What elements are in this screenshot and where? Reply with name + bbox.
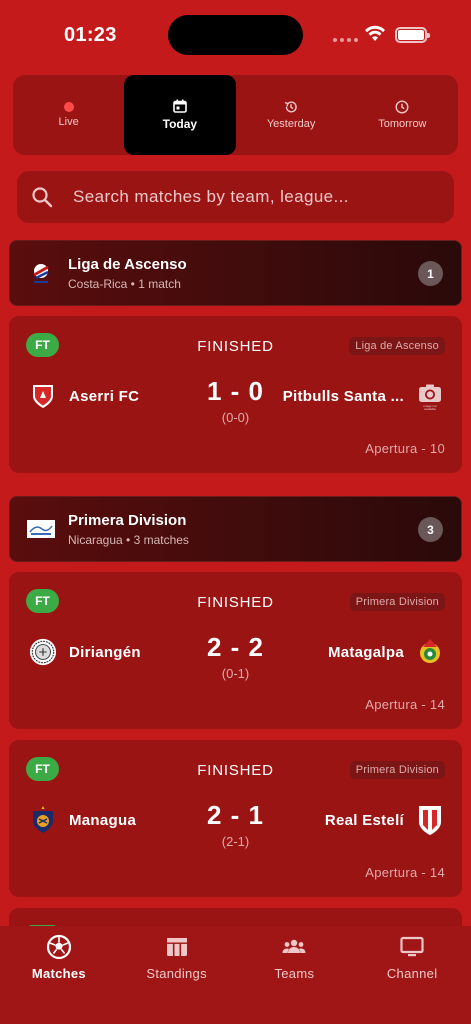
away-team[interactable]: Pitbulls Santa ... image not available bbox=[283, 382, 444, 410]
match-round: Apertura - 14 bbox=[365, 697, 445, 712]
wifi-icon bbox=[365, 25, 385, 41]
league-subtitle: Costa-Rica • 1 match bbox=[68, 276, 181, 291]
match-card[interactable]: FT FINISHED Primera Division Managua 2 -… bbox=[9, 740, 462, 897]
away-team[interactable]: Real Estelí bbox=[324, 806, 444, 835]
battery-icon bbox=[395, 27, 430, 43]
tab-label: Live bbox=[58, 116, 79, 128]
bottom-nav: Matches Standings Teams Channel bbox=[0, 926, 471, 1024]
nav-label: Standings bbox=[146, 966, 207, 981]
nav-label: Channel bbox=[386, 966, 438, 981]
tab-tomorrow[interactable]: Tomorrow bbox=[347, 75, 458, 155]
tab-live[interactable]: Live bbox=[13, 75, 124, 155]
clock-icon bbox=[395, 100, 409, 114]
league-badge: Primera Division bbox=[349, 761, 445, 779]
live-dot-icon bbox=[63, 102, 74, 112]
nav-label: Matches bbox=[31, 966, 86, 981]
match-count-badge: 3 bbox=[418, 517, 443, 542]
league-name: Primera Division bbox=[68, 511, 187, 529]
match-card[interactable]: FT FINISHED Primera Division Diriangén 2… bbox=[9, 572, 462, 729]
tv-icon bbox=[400, 936, 424, 957]
league-subtitle: Nicaragua • 3 matches bbox=[68, 532, 189, 547]
nav-channel[interactable]: Channel bbox=[353, 934, 471, 1024]
nav-matches[interactable]: Matches bbox=[0, 934, 118, 1024]
history-icon bbox=[284, 101, 297, 113]
search-input[interactable] bbox=[73, 187, 433, 207]
away-team-name: Pitbulls Santa ... bbox=[282, 387, 404, 405]
search-bar[interactable] bbox=[17, 171, 454, 223]
away-team[interactable]: Matagalpa bbox=[328, 638, 444, 666]
league-badge: Primera Division bbox=[349, 593, 445, 611]
status-bar: 01:23 bbox=[0, 0, 471, 70]
match-count-badge: 1 bbox=[418, 261, 443, 286]
away-team-name: Real Estelí bbox=[324, 811, 404, 829]
tab-label: Tomorrow bbox=[378, 118, 427, 130]
halftime-score: (0-0) bbox=[221, 410, 250, 425]
nav-standings[interactable]: Standings bbox=[118, 934, 236, 1024]
tab-label: Yesterday bbox=[266, 118, 316, 130]
status-time: 01:23 bbox=[64, 24, 117, 46]
signal-icon bbox=[333, 38, 358, 42]
people-icon bbox=[282, 939, 306, 953]
soccer-ball-icon bbox=[46, 934, 71, 960]
league-badge: Liga de Ascenso bbox=[349, 337, 445, 355]
tab-today[interactable]: Today bbox=[124, 75, 236, 155]
halftime-score: (0-1) bbox=[221, 666, 250, 681]
league-header-primera-division[interactable]: Primera Division Nicaragua • 3 matches 3 bbox=[9, 496, 462, 562]
dynamic-island bbox=[168, 15, 303, 55]
away-team-name: Matagalpa bbox=[327, 643, 404, 661]
table-icon bbox=[166, 938, 187, 956]
match-round: Apertura - 10 bbox=[365, 441, 445, 456]
nav-teams[interactable]: Teams bbox=[236, 934, 354, 1024]
search-icon bbox=[32, 187, 53, 208]
match-card[interactable]: FT FINISHED Liga de Ascenso Aserri FC 1 … bbox=[9, 316, 462, 473]
tab-label: Today bbox=[162, 117, 198, 131]
match-round: Apertura - 14 bbox=[365, 865, 445, 880]
league-logo bbox=[26, 514, 56, 544]
svg-text:available: available bbox=[424, 407, 436, 410]
nav-label: Teams bbox=[274, 966, 315, 981]
real-esteli-crest-icon bbox=[416, 806, 444, 835]
tab-yesterday[interactable]: Yesterday bbox=[236, 75, 347, 155]
matagalpa-crest-icon bbox=[416, 638, 444, 666]
halftime-score: (2-1) bbox=[221, 834, 250, 849]
league-logo bbox=[26, 258, 56, 288]
league-header-liga-de-ascenso[interactable]: Liga de Ascenso Costa-Rica • 1 match 1 bbox=[9, 240, 462, 306]
calendar-icon bbox=[173, 99, 187, 113]
camera-icon: image not available bbox=[416, 382, 444, 410]
date-tabs: Live Today Yesterday Tomorrow bbox=[13, 75, 458, 155]
league-name: Liga de Ascenso bbox=[68, 255, 187, 273]
